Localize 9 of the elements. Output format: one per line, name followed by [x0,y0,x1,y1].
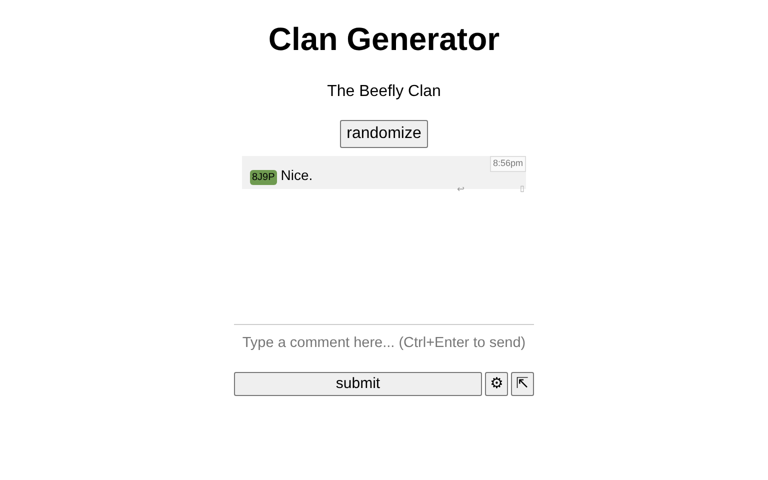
popout-button[interactable]: ⇱ [511,372,534,396]
user-tag: 8J9P [250,170,277,185]
page-title: Clan Generator [267,20,501,58]
submit-button[interactable]: submit [234,372,482,396]
clan-name: The Beefly Clan [326,82,442,102]
randomize-button[interactable]: randomize [340,120,428,148]
comment-text: Nice. [280,167,313,183]
settings-button[interactable]: ⚙ [485,372,508,396]
timestamp: 8:56pm [490,156,526,172]
